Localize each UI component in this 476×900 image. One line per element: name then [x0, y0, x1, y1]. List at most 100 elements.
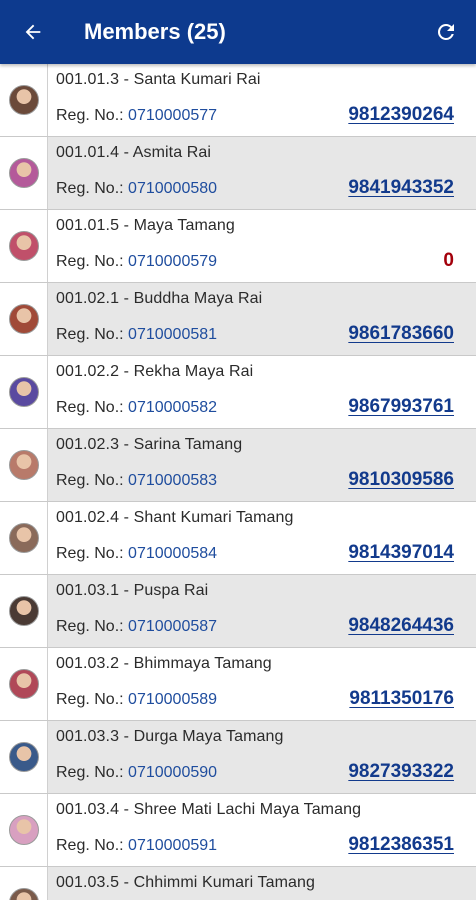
app-bar: Members (25) [0, 0, 476, 64]
reg-number: 0710000590 [128, 764, 218, 781]
reg-number: 0710000579 [128, 253, 218, 270]
reg-label: Reg. No.: [56, 253, 124, 270]
phone-link[interactable]: 9814397014 [348, 542, 454, 564]
member-registration: Reg. No.: 0710000587 [56, 618, 217, 636]
reg-label: Reg. No.: [56, 399, 124, 416]
member-registration: Reg. No.: 0710000582 [56, 399, 217, 417]
member-code-name: 001.02.4 - Shant Kumari Tamang [56, 509, 294, 526]
member-row[interactable]: 001.03.2 - Bhimmaya Tamang Reg. No.: 0710… [0, 648, 476, 721]
avatar-cell [0, 721, 48, 793]
avatar-cell [0, 648, 48, 720]
member-info: 001.02.2 - Rekha Maya Rai Reg. No.: 07100… [48, 356, 476, 428]
avatar-cell [0, 283, 48, 355]
member-code-name: 001.03.1 - Puspa Rai [56, 582, 209, 599]
member-info: 001.03.5 - Chhimmi Kumari Tamang [48, 867, 476, 900]
reg-label: Reg. No.: [56, 326, 124, 343]
member-avatar [8, 85, 39, 115]
avatar-cell [0, 64, 48, 136]
arrow-left-icon [25, 24, 41, 40]
phone-link[interactable]: 9827393322 [348, 761, 454, 783]
reg-label: Reg. No.: [56, 180, 124, 197]
member-row[interactable]: 001.01.5 - Maya Tamang Reg. No.: 07100005… [0, 210, 476, 283]
page-title: Members (25) [84, 19, 226, 44]
member-registration: Reg. No.: 0710000579 [56, 253, 217, 271]
reg-number: 0710000583 [128, 472, 218, 489]
reg-label: Reg. No.: [56, 472, 124, 489]
phone-link[interactable]: 9812386351 [348, 834, 454, 856]
member-avatar [8, 377, 39, 407]
member-registration: Reg. No.: 0710000584 [56, 545, 217, 563]
avatar-cell [0, 502, 48, 574]
member-info: 001.03.2 - Bhimmaya Tamang Reg. No.: 0710… [48, 648, 476, 720]
member-info: 001.03.1 - Puspa Rai Reg. No.: 0710000587… [48, 575, 476, 647]
member-info: 001.02.3 - Sarina Tamang Reg. No.: 071000… [48, 429, 476, 501]
member-registration: Reg. No.: 0710000591 [56, 837, 217, 855]
phone-link: 0 [443, 250, 454, 271]
back-button[interactable] [0, 0, 66, 64]
phone-link[interactable]: 9810309586 [348, 469, 454, 491]
member-code-name: 001.02.2 - Rekha Maya Rai [56, 363, 254, 380]
refresh-icon [437, 23, 454, 40]
member-code-name: 001.01.3 - Santa Kumari Rai [56, 71, 261, 88]
member-code-name: 001.03.4 - Shree Mati Lachi Maya Tamang [56, 801, 362, 818]
phone-link[interactable]: 9861783660 [348, 323, 454, 345]
avatar-cell [0, 794, 48, 866]
member-row[interactable]: 001.03.3 - Durga Maya Tamang Reg. No.: 07… [0, 721, 476, 794]
member-row[interactable]: 001.03.1 - Puspa Rai Reg. No.: 0710000587… [0, 575, 476, 648]
avatar-cell [0, 429, 48, 501]
reg-number: 0710000589 [128, 691, 218, 708]
avatar-cell [0, 356, 48, 428]
member-registration: Reg. No.: 0710000580 [56, 180, 217, 198]
reg-number: 0710000582 [128, 399, 218, 416]
reg-label: Reg. No.: [56, 618, 124, 635]
member-registration: Reg. No.: 0710000589 [56, 691, 217, 709]
member-row[interactable]: 001.03.4 - Shree Mati Lachi Maya Tamang R… [0, 794, 476, 867]
member-avatar [8, 158, 39, 188]
member-registration: Reg. No.: 0710000577 [56, 107, 217, 125]
member-info: 001.02.1 - Buddha Maya Rai Reg. No.: 0710… [48, 283, 476, 355]
member-info: 001.03.3 - Durga Maya Tamang Reg. No.: 07… [48, 721, 476, 793]
refresh-button[interactable] [416, 0, 476, 64]
member-row[interactable]: 001.01.3 - Santa Kumari Rai Reg. No.: 071… [0, 64, 476, 137]
phone-link[interactable]: 9811350176 [349, 688, 454, 710]
member-row[interactable]: 001.02.3 - Sarina Tamang Reg. No.: 071000… [0, 429, 476, 502]
member-avatar [8, 742, 39, 772]
phone-link[interactable]: 9867993761 [348, 396, 454, 418]
member-row[interactable]: 001.01.4 - Asmita Rai Reg. No.: 071000058… [0, 137, 476, 210]
member-list[interactable]: 001.01.3 - Santa Kumari Rai Reg. No.: 071… [0, 64, 476, 900]
phone-link[interactable]: 9841943352 [348, 177, 454, 199]
member-info: 001.01.3 - Santa Kumari Rai Reg. No.: 071… [48, 64, 476, 136]
member-registration: Reg. No.: 0710000581 [56, 326, 217, 344]
member-info: 001.03.4 - Shree Mati Lachi Maya Tamang R… [48, 794, 476, 866]
reg-label: Reg. No.: [56, 691, 124, 708]
reg-label: Reg. No.: [56, 107, 124, 124]
member-code-name: 001.02.1 - Buddha Maya Rai [56, 290, 263, 307]
reg-number: 0710000577 [128, 107, 218, 124]
member-code-name: 001.03.3 - Durga Maya Tamang [56, 728, 284, 745]
phone-link[interactable]: 9848264436 [348, 615, 454, 637]
member-row[interactable]: 001.02.2 - Rekha Maya Rai Reg. No.: 07100… [0, 356, 476, 429]
avatar-cell [0, 210, 48, 282]
reg-label: Reg. No.: [56, 545, 124, 562]
member-registration: Reg. No.: 0710000590 [56, 764, 217, 782]
member-avatar [8, 596, 39, 626]
member-avatar [8, 231, 39, 261]
member-code-name: 001.01.5 - Maya Tamang [56, 217, 235, 234]
member-avatar [8, 450, 39, 480]
member-info: 001.01.5 - Maya Tamang Reg. No.: 07100005… [48, 210, 476, 282]
phone-link[interactable]: 9812390264 [348, 104, 454, 126]
member-avatar [8, 304, 39, 334]
member-row[interactable]: 001.02.1 - Buddha Maya Rai Reg. No.: 0710… [0, 283, 476, 356]
member-code-name: 001.03.5 - Chhimmi Kumari Tamang [56, 874, 316, 891]
member-avatar [8, 888, 39, 900]
member-code-name: 001.03.2 - Bhimmaya Tamang [56, 655, 272, 672]
member-avatar [8, 669, 39, 699]
reg-number: 0710000581 [128, 326, 218, 343]
reg-number: 0710000580 [128, 180, 218, 197]
member-info: 001.02.4 - Shant Kumari Tamang Reg. No.: … [48, 502, 476, 574]
member-row[interactable]: 001.02.4 - Shant Kumari Tamang Reg. No.: … [0, 502, 476, 575]
reg-number: 0710000584 [128, 545, 218, 562]
member-row[interactable]: 001.03.5 - Chhimmi Kumari Tamang [0, 867, 476, 900]
reg-number: 0710000591 [128, 837, 218, 854]
member-info: 001.01.4 - Asmita Rai Reg. No.: 071000058… [48, 137, 476, 209]
